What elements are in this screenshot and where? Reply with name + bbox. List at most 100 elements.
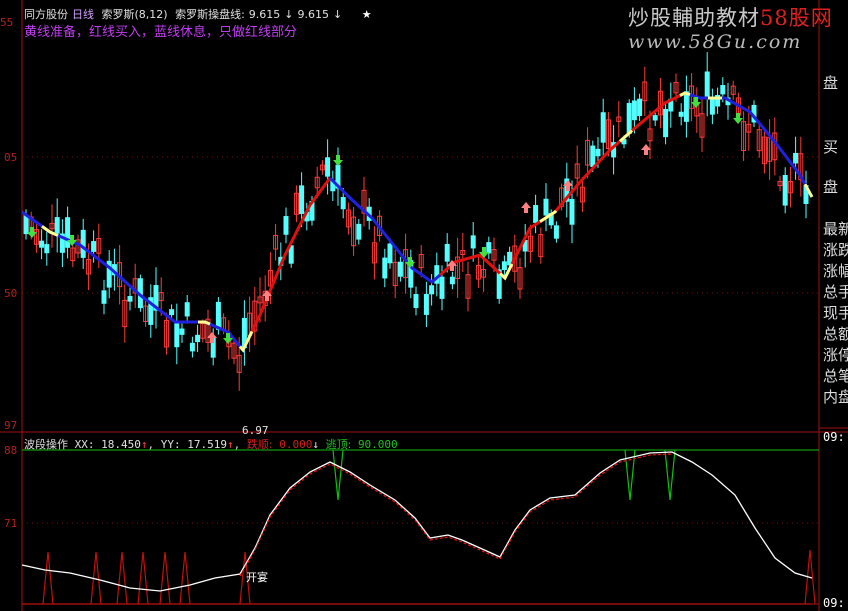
- open-signal-label: 开宴: [246, 571, 268, 584]
- lower-panel-header: 波段操作 XX: 18.450↑, YY: 17.519↑, 跌顺: 0.000…: [24, 438, 398, 451]
- period-label[interactable]: 日线: [72, 8, 94, 21]
- sidebar-item-limit-up[interactable]: 涨停: [823, 344, 848, 365]
- yy-value: 17.519: [187, 438, 227, 451]
- candle-body: [709, 98, 715, 115]
- strategy-legend: 黄线准备，红线买入，蓝线休息，只做红线部分: [24, 25, 298, 40]
- candle-body: [184, 302, 190, 317]
- price-label-top: 55: [0, 16, 14, 29]
- candle-body: [553, 225, 559, 239]
- sidebar-item-volume[interactable]: 总手: [823, 281, 848, 302]
- candle-body: [678, 111, 684, 117]
- candle-body: [637, 98, 643, 117]
- candlestick-series: [23, 52, 809, 391]
- watermark-brand: 58股网: [760, 6, 833, 30]
- candle-body: [54, 217, 60, 234]
- sidebar-item-ask[interactable]: 盘: [823, 176, 838, 197]
- candle-body: [283, 216, 289, 235]
- arrow-up-icon: ↑: [227, 438, 234, 451]
- stock-name[interactable]: 同方股份: [24, 8, 68, 21]
- escape-value: 90.000: [357, 438, 398, 451]
- candle-body: [444, 243, 450, 262]
- sell-arrow-icon: [333, 155, 343, 166]
- candle-body: [449, 276, 455, 285]
- fall-value: 0.000: [279, 438, 313, 451]
- candle-body: [569, 198, 575, 225]
- trend-line-buy: [241, 177, 332, 351]
- watermark-url: www.58Gu.com: [628, 31, 803, 53]
- arrow-down-icon: ↓: [312, 438, 319, 451]
- candle-body: [543, 198, 549, 216]
- candle-body: [423, 293, 429, 315]
- candle-body: [23, 214, 29, 235]
- candle-body: [65, 217, 71, 248]
- candle-body: [793, 152, 799, 164]
- sidebar-item-change-pct[interactable]: 涨幅: [823, 260, 848, 281]
- indicator-name[interactable]: 索罗斯(8,12): [102, 8, 168, 21]
- candle-body: [663, 108, 669, 138]
- candle-body: [174, 320, 180, 348]
- candle-body: [439, 276, 445, 299]
- sidebar-item-inner[interactable]: 内盘: [823, 386, 848, 407]
- arrow-up-icon: ↑: [140, 438, 148, 451]
- candle-body: [39, 240, 45, 248]
- sidebar-item-buy[interactable]: 买: [823, 136, 838, 157]
- candle-body: [600, 112, 606, 143]
- lower-axis-top: 88: [4, 444, 18, 457]
- sell-arrow-icon: [405, 257, 415, 268]
- candle-body: [652, 115, 658, 121]
- candle-body: [387, 243, 393, 264]
- candle-body: [215, 301, 221, 330]
- price-label-mid1: 05: [4, 151, 18, 164]
- yy-label: YY:: [160, 438, 181, 451]
- candle-body: [299, 185, 305, 214]
- xx-value: 18.450: [101, 438, 141, 451]
- candle-body: [486, 242, 492, 254]
- candle-body: [782, 174, 788, 206]
- candle-body: [195, 334, 201, 343]
- candle-body: [501, 261, 507, 271]
- xx-label: XX:: [74, 438, 95, 451]
- candle-body: [340, 196, 346, 210]
- candle-body: [626, 102, 632, 134]
- escape-label: 逃顶:: [325, 438, 352, 451]
- chart-canvas: [0, 0, 848, 611]
- sidebar-item-turnover[interactable]: 总额: [823, 323, 848, 344]
- star-icon: ★: [361, 8, 372, 21]
- price-label-mid2: 50: [4, 287, 18, 300]
- oscillator-yy: [239, 453, 673, 577]
- candle-body: [80, 229, 86, 258]
- signal-arrows: [27, 97, 743, 344]
- time-label: 09:: [823, 596, 845, 610]
- value-2: 9.615: [297, 8, 330, 21]
- sidebar-item-trades[interactable]: 总笔: [823, 365, 848, 386]
- fall-spikes: [22, 549, 816, 605]
- sidebar-item-change[interactable]: 涨跌: [823, 239, 848, 260]
- candle-body: [397, 261, 403, 277]
- sidebar-item-current-volume[interactable]: 现手: [823, 302, 848, 323]
- candle-body: [631, 100, 637, 121]
- lower-axis-mid: 71: [4, 517, 18, 530]
- candle-body: [169, 309, 175, 316]
- oscillator-xx: [21, 451, 813, 592]
- sidebar-item-latest[interactable]: 最新: [823, 218, 848, 239]
- watermark-title: 炒股輔助教材58股网: [628, 2, 833, 32]
- candle-body: [44, 244, 50, 254]
- value-1: 9.615: [248, 8, 281, 21]
- arrow-down-icon: ↓: [284, 8, 294, 21]
- sidebar-item-bid[interactable]: 盘: [823, 72, 838, 93]
- price-label-low: 97: [4, 419, 18, 432]
- lower-panel-title[interactable]: 波段操作: [24, 438, 68, 451]
- candle-body: [325, 157, 331, 177]
- candle-body: [127, 296, 133, 302]
- time-label: 09:: [823, 430, 845, 444]
- candle-body: [91, 241, 97, 252]
- line-label: 索罗斯操盘线:: [175, 8, 245, 21]
- candle-body: [683, 91, 689, 122]
- watermark-text: 炒股輔助教材: [628, 6, 760, 30]
- arrow-down-icon: ↓: [333, 8, 343, 21]
- candle-body: [179, 328, 185, 335]
- candle-body: [413, 294, 419, 308]
- candle-body: [470, 235, 476, 249]
- candle-body: [429, 285, 435, 295]
- escape-spikes: [332, 449, 676, 501]
